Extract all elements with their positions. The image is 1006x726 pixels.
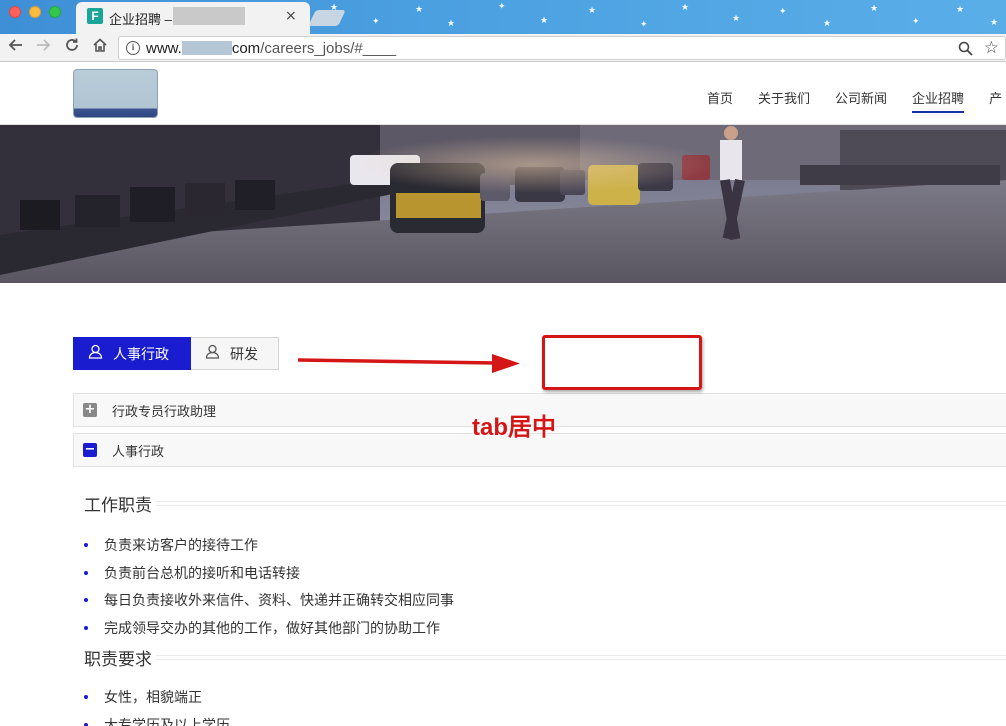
bullet-dot	[84, 625, 88, 630]
duties-list: 负责来访客户的接待工作 负责前台总机的接听和电话转接 每日负责接收外来信件、资料…	[84, 531, 454, 642]
duties-heading: 工作职责	[84, 491, 1006, 516]
annotation-highlight-box	[542, 335, 702, 390]
browser-tabstrip: ★ ✦ ★ ★ ✦ ★ ★ ✦ ★ ★ ✦ ★ ★ ✦ ★ ★ F 企业招聘 –…	[0, 0, 1006, 34]
redacted-block	[181, 41, 232, 55]
url-text: www. com/careers_jobs/#____	[146, 40, 397, 57]
heading-rule	[156, 655, 1006, 660]
list-item: 完成领导交办的其他的工作，做好其他部门的协助工作	[84, 614, 454, 642]
expand-plus-icon[interactable]: +	[83, 403, 97, 417]
main-nav: 首页 关于我们 公司新闻 企业招聘 产	[707, 88, 1006, 113]
bookmark-star-icon[interactable]: ☆	[984, 38, 999, 58]
browser-tab-title: 企业招聘 –	[109, 12, 172, 27]
decor-star: ✦	[779, 7, 787, 17]
tab-close-icon[interactable]: ×	[285, 8, 297, 24]
home-icon[interactable]	[90, 37, 110, 57]
decor-star: ✦	[498, 2, 506, 12]
nav-item-home[interactable]: 首页	[707, 88, 733, 113]
browser-tab-active[interactable]: F 企业招聘 – ×	[76, 2, 310, 34]
accordion-label: 行政专员行政助理	[112, 404, 217, 420]
bullet-dot	[84, 694, 88, 699]
decor-star: ★	[823, 19, 832, 29]
department-tabs: 人事行政 研发	[73, 337, 279, 370]
window-minimize-button[interactable]	[29, 6, 41, 18]
site-info-icon[interactable]: i	[126, 41, 140, 55]
decor-star: ✦	[640, 20, 648, 30]
decor-star: ✦	[912, 17, 920, 27]
site-logo[interactable]	[73, 69, 158, 118]
tab-rnd[interactable]: 研发	[191, 337, 279, 370]
site-header: 首页 关于我们 公司新闻 企业招聘 产	[0, 62, 1006, 125]
new-tab-button[interactable]	[308, 10, 346, 26]
window-close-button[interactable]	[9, 6, 21, 18]
nav-item-careers[interactable]: 企业招聘	[912, 88, 965, 113]
decor-star: ✦	[372, 17, 380, 27]
bullet-dot	[84, 542, 88, 547]
user-icon	[205, 344, 220, 363]
annotation-label: tab居中	[472, 414, 556, 441]
tab-label: 研发	[230, 346, 258, 363]
site-favicon-icon: F	[87, 8, 103, 24]
list-item: 负责前台总机的接听和电话转接	[84, 559, 454, 587]
tab-label: 人事行政	[113, 346, 169, 363]
hero-banner-image	[0, 125, 1006, 283]
decor-star: ★	[732, 14, 741, 24]
decor-star: ★	[588, 6, 597, 16]
bullet-dot	[84, 598, 88, 603]
decor-star: ★	[956, 5, 965, 15]
requirements-list: 女性，相貌端正 大专学历及以上学历	[84, 683, 230, 726]
bullet-dot	[84, 570, 88, 575]
decor-star: ★	[990, 18, 999, 28]
search-icon[interactable]	[958, 41, 973, 60]
browser-toolbar: i www. com/careers_jobs/#____ ☆	[0, 34, 1006, 62]
decor-star: ★	[447, 19, 456, 29]
heading-rule	[156, 501, 1006, 506]
tab-hr-admin[interactable]: 人事行政	[73, 337, 191, 370]
window-zoom-button[interactable]	[49, 6, 61, 18]
nav-item-about[interactable]: 关于我们	[758, 88, 810, 113]
collapse-minus-icon[interactable]: −	[83, 443, 97, 457]
reload-icon[interactable]	[62, 37, 82, 57]
requirements-heading: 职责要求	[84, 645, 1006, 670]
forward-arrow-icon[interactable]	[33, 37, 53, 57]
list-item: 女性，相貌端正	[84, 683, 230, 711]
nav-item-products[interactable]: 产	[989, 88, 1002, 113]
decor-star: ★	[681, 3, 690, 13]
nav-item-news[interactable]: 公司新闻	[835, 88, 887, 113]
decor-star: ★	[540, 16, 549, 26]
address-bar[interactable]: i www. com/careers_jobs/#____ ☆	[118, 36, 1006, 60]
list-item: 负责来访客户的接待工作	[84, 531, 454, 559]
user-icon	[88, 344, 103, 363]
annotation-arrow-icon	[297, 354, 520, 373]
list-item: 大专学历及以上学历	[84, 711, 230, 726]
accordion-label: 人事行政	[112, 444, 165, 460]
decor-star: ★	[415, 5, 424, 15]
redacted-block	[173, 7, 245, 25]
back-arrow-icon[interactable]	[6, 37, 26, 57]
bullet-dot	[84, 722, 88, 726]
decor-star: ★	[870, 4, 879, 14]
list-item: 每日负责接收外来信件、资料、快递并正确转交相应同事	[84, 586, 454, 614]
